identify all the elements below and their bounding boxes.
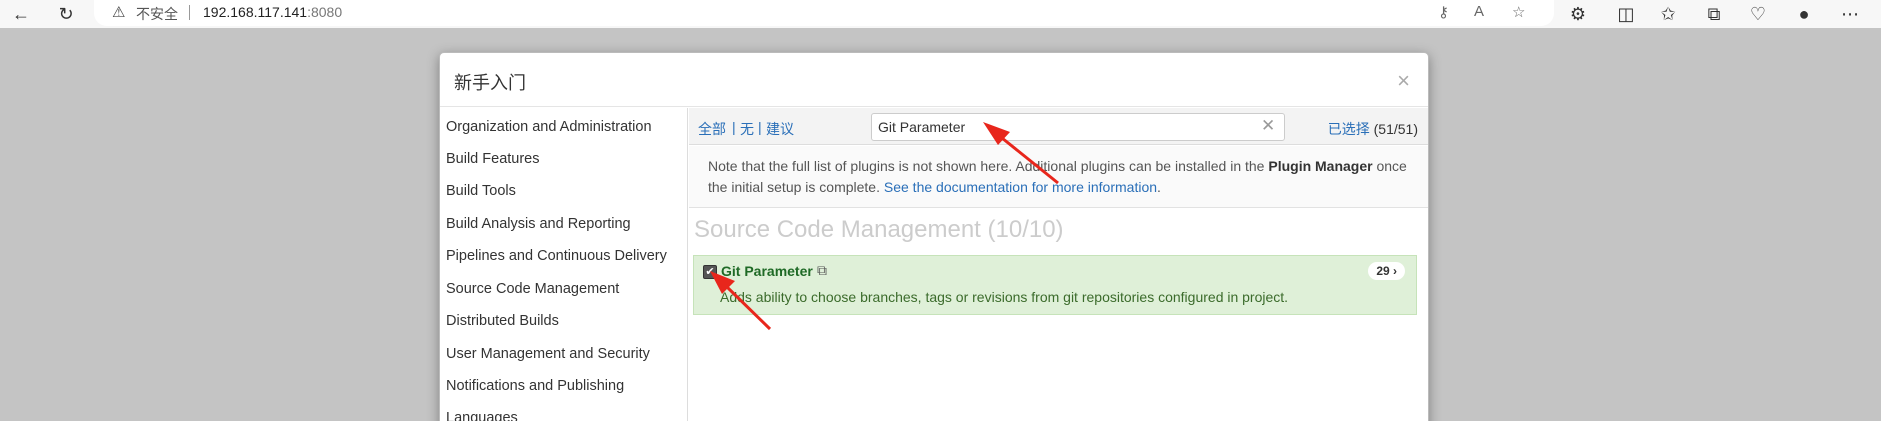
- select-all-link[interactable]: 全部: [698, 119, 726, 139]
- sidebar-item-user-management-and-security[interactable]: User Management and Security: [446, 346, 650, 362]
- sidebar-item-notifications-and-publishing[interactable]: Notifications and Publishing: [446, 378, 624, 394]
- note-text: .: [1157, 179, 1161, 195]
- sidebar-item-build-analysis-and-reporting[interactable]: Build Analysis and Reporting: [446, 216, 631, 232]
- extensions-icon[interactable]: ⚙: [1566, 2, 1590, 26]
- url-text[interactable]: 192.168.117.141:8080: [203, 4, 342, 20]
- plugin-search-input[interactable]: [871, 113, 1285, 141]
- favorite-star-icon[interactable]: ☆: [1512, 3, 1525, 21]
- browser-essentials-icon[interactable]: ♡: [1746, 2, 1770, 26]
- external-link-icon[interactable]: ⧉: [817, 262, 827, 279]
- reload-icon[interactable]: ↻: [54, 2, 78, 26]
- plugin-list-panel: 全部 | 无 | 建议 ✕ 已选择 (51/51) Note that the …: [689, 108, 1428, 421]
- address-divider: [189, 5, 190, 20]
- filter-separator: |: [732, 119, 736, 135]
- plugin-category-sidebar: Organization and Administration Build Fe…: [440, 108, 688, 421]
- plugin-row[interactable]: ✔ Git Parameter ⧉ 29 › Adds ability to c…: [693, 255, 1417, 315]
- dependency-count-badge[interactable]: 29 ›: [1368, 262, 1405, 280]
- read-aloud-icon[interactable]: A: [1474, 3, 1484, 20]
- getting-started-dialog: 新手入门 × Organization and Administration B…: [439, 52, 1429, 421]
- split-screen-icon[interactable]: ◫: [1614, 2, 1638, 26]
- selected-count-link[interactable]: 已选择 (51/51): [1328, 119, 1418, 139]
- collections-icon[interactable]: ⧉: [1702, 2, 1726, 26]
- plugin-checkbox[interactable]: ✔: [703, 265, 717, 279]
- plugin-manager-text: Plugin Manager: [1268, 158, 1373, 174]
- select-suggested-link[interactable]: 建议: [766, 119, 794, 139]
- sidebar-item-build-tools[interactable]: Build Tools: [446, 183, 516, 199]
- browser-toolbar: ← ↻ ⚠ 不安全 192.168.117.141:8080 ⚷ A ☆ ⚙ ◫…: [0, 0, 1881, 28]
- note-text: Note that the full list of plugins is no…: [708, 158, 1269, 174]
- filter-separator: |: [758, 119, 762, 135]
- sidebar-item-distributed-builds[interactable]: Distributed Builds: [446, 313, 559, 329]
- sidebar-item-pipelines-and-continuous-delivery[interactable]: Pipelines and Continuous Delivery: [446, 248, 667, 264]
- clear-search-icon[interactable]: ✕: [1261, 116, 1275, 136]
- more-menu-icon[interactable]: ⋯: [1838, 2, 1862, 26]
- section-title: Source Code Management (10/10): [694, 216, 1064, 243]
- sidebar-item-source-code-management[interactable]: Source Code Management: [446, 281, 619, 297]
- plugin-name[interactable]: Git Parameter: [721, 263, 813, 279]
- favorites-icon[interactable]: ✩: [1656, 2, 1680, 26]
- back-icon[interactable]: ←: [9, 2, 33, 26]
- filter-bar: 全部 | 无 | 建议 ✕ 已选择 (51/51): [689, 108, 1428, 145]
- select-none-link[interactable]: 无: [740, 119, 754, 139]
- security-label: 不安全: [136, 7, 178, 23]
- address-bar[interactable]: ⚠ 不安全 192.168.117.141:8080 ⚷ A ☆: [94, 0, 1554, 26]
- dialog-title: 新手入门: [454, 73, 526, 94]
- profile-avatar-icon[interactable]: ●: [1792, 2, 1816, 26]
- warning-icon: ⚠: [112, 4, 126, 21]
- documentation-link[interactable]: See the documentation for more informati…: [884, 179, 1157, 195]
- plugin-description: Adds ability to choose branches, tags or…: [720, 289, 1289, 305]
- plugin-list-note: Note that the full list of plugins is no…: [689, 146, 1428, 208]
- key-icon[interactable]: ⚷: [1438, 3, 1449, 21]
- close-icon[interactable]: ×: [1397, 68, 1410, 94]
- sidebar-item-languages[interactable]: Languages: [446, 410, 518, 421]
- dialog-header: 新手入门 ×: [440, 53, 1428, 107]
- sidebar-item-build-features[interactable]: Build Features: [446, 151, 540, 167]
- sidebar-item-organization-and-administration[interactable]: Organization and Administration: [446, 119, 652, 135]
